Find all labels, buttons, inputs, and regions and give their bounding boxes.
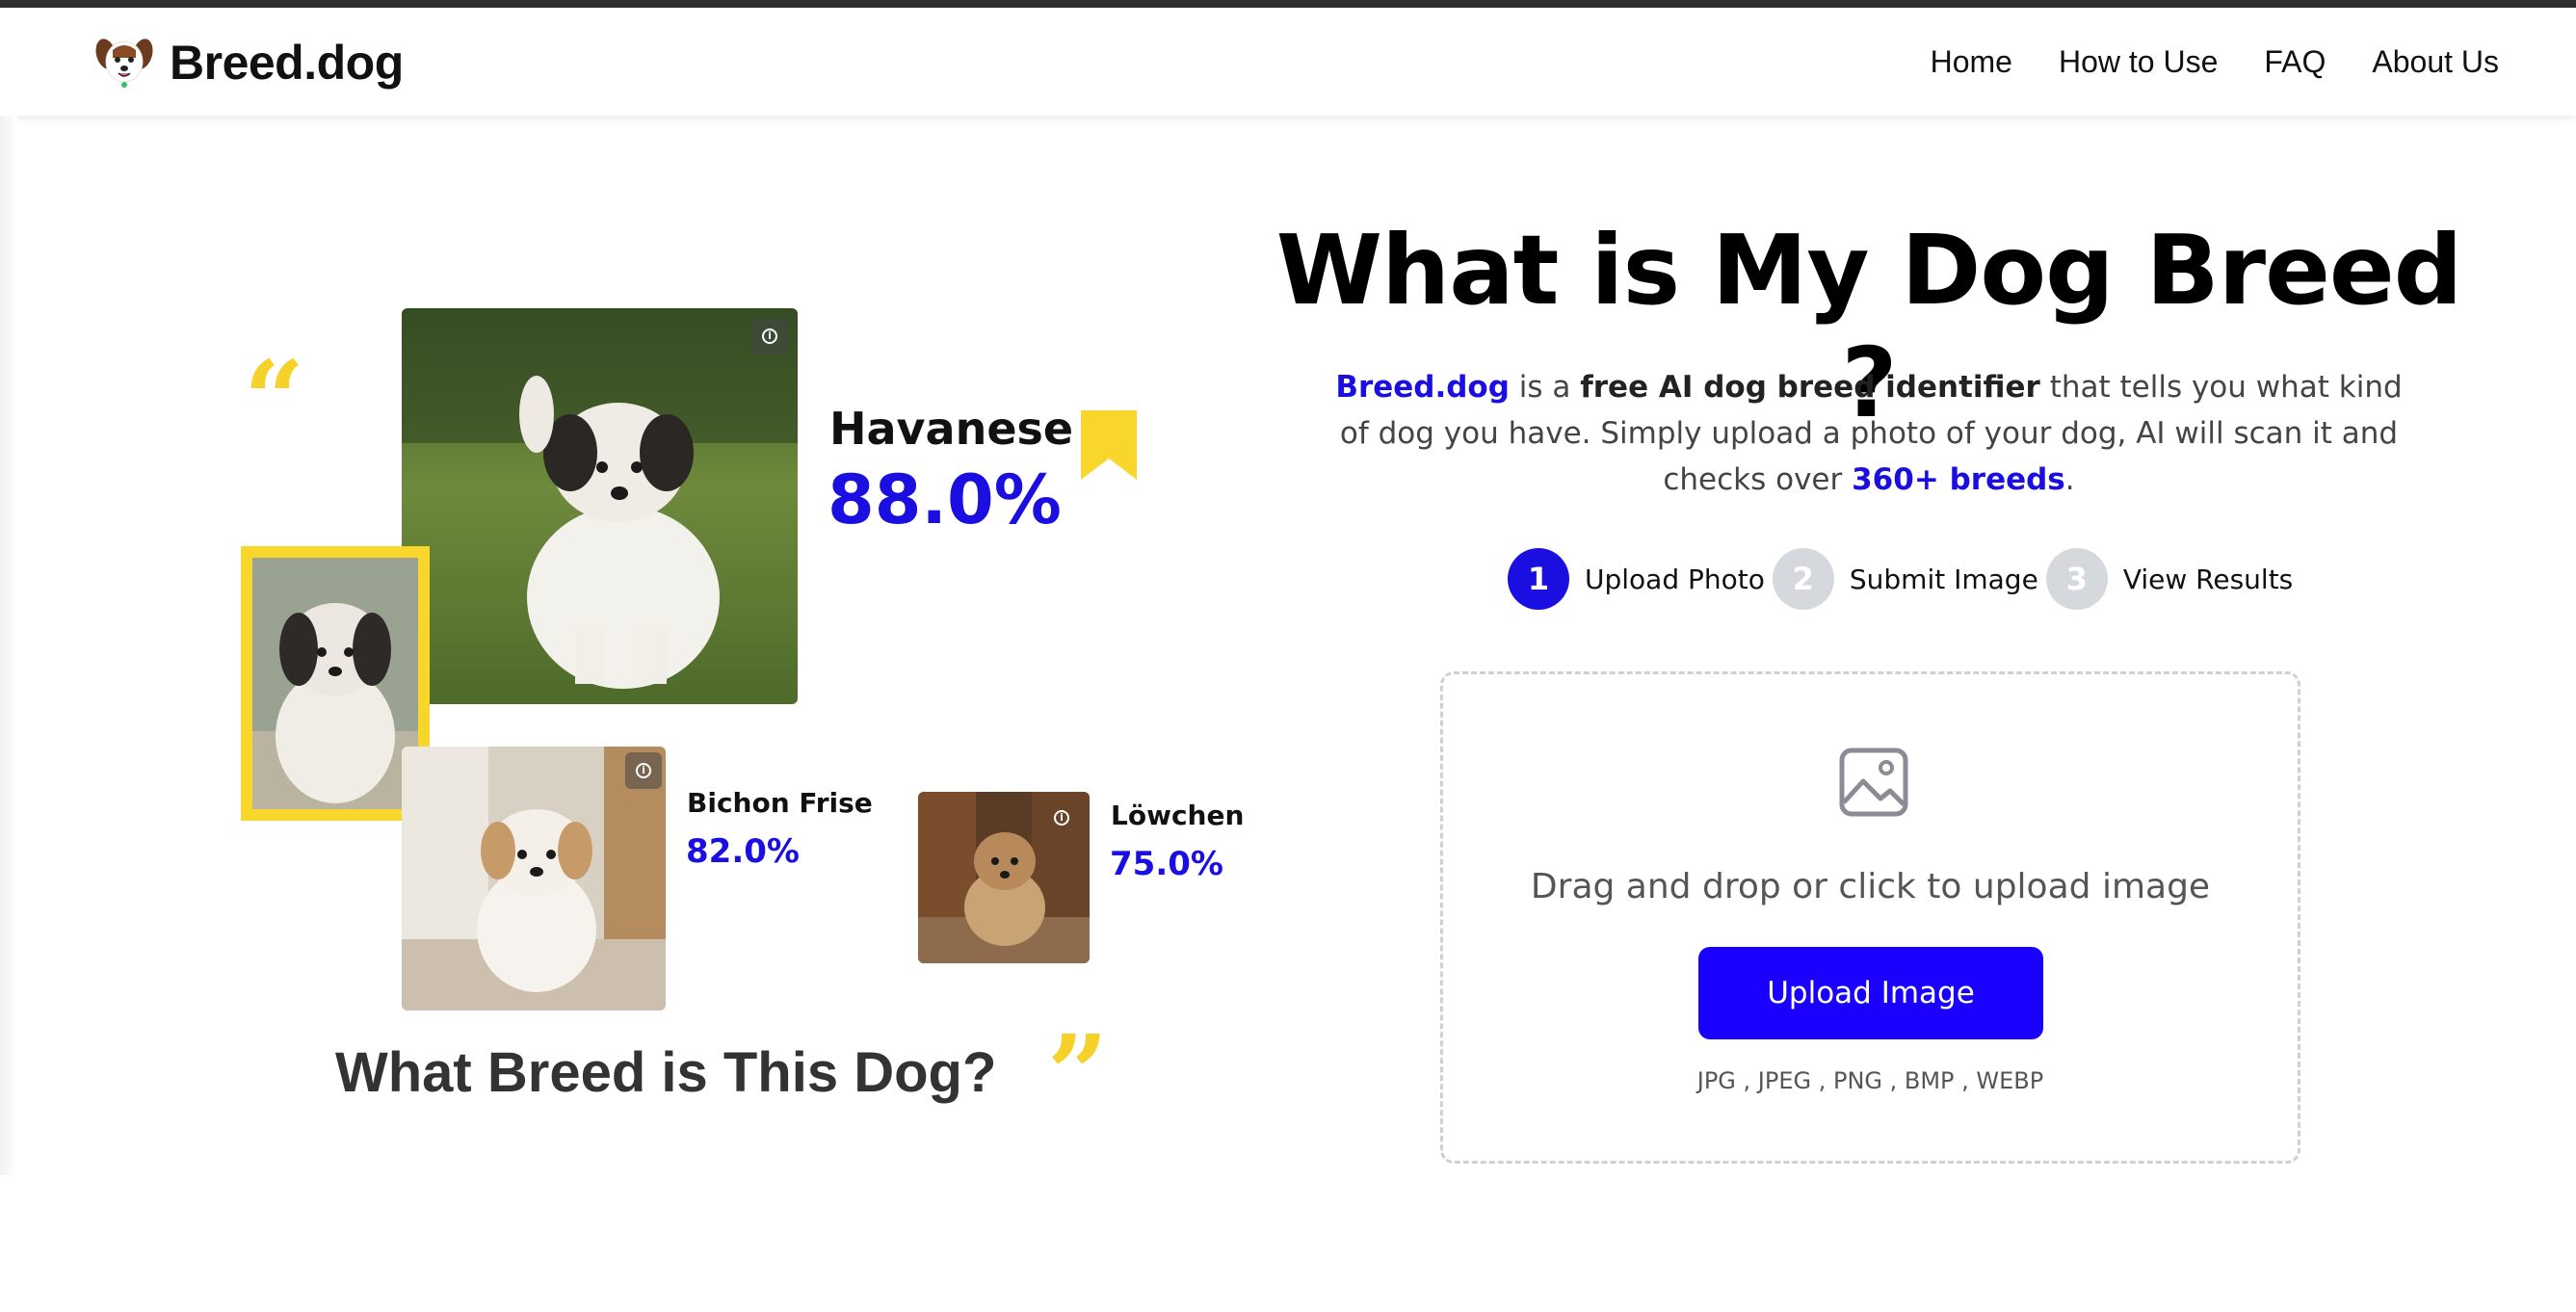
desc-breed-count: 360+ breeds bbox=[1852, 462, 2065, 497]
havanese-info-button[interactable]: i bbox=[751, 318, 788, 354]
main-nav: Home How to Use FAQ About Us bbox=[1931, 44, 2499, 80]
lowchen-photo: i bbox=[918, 792, 1090, 963]
navbar: Breed.dog Home How to Use FAQ About Us bbox=[0, 8, 2576, 116]
step-view-results: 3 View Results bbox=[2045, 548, 2300, 610]
upload-dropzone[interactable]: Drag and drop or click to upload image U… bbox=[1440, 671, 2300, 1164]
nav-about-us[interactable]: About Us bbox=[2372, 44, 2499, 80]
bookmark-icon bbox=[1081, 410, 1137, 480]
desc-text-1: is a bbox=[1509, 370, 1581, 405]
result-2-breed: Bichon Frise bbox=[687, 787, 873, 819]
step-1-label: Upload Photo bbox=[1585, 563, 1765, 595]
desc-strong: free AI dog breed identifier bbox=[1580, 370, 2040, 405]
top-strip bbox=[0, 0, 2576, 8]
collage-caption: What Breed is This Dog? bbox=[335, 1041, 997, 1104]
sitting-havanese-image bbox=[252, 558, 418, 809]
info-icon: i bbox=[762, 328, 777, 344]
step-3-number: 3 bbox=[2045, 548, 2108, 610]
desc-text-3: . bbox=[2064, 462, 2075, 497]
step-2-number: 2 bbox=[1772, 548, 1834, 610]
brand-inline-link[interactable]: Breed.dog bbox=[1335, 370, 1510, 405]
step-2-label: Submit Image bbox=[1849, 563, 2038, 595]
upload-image-button[interactable]: Upload Image bbox=[1698, 947, 2043, 1039]
brand-link[interactable]: Breed.dog bbox=[92, 29, 404, 96]
dropzone-prompt: Drag and drop or click to upload image bbox=[1530, 867, 2211, 906]
supported-formats: JPG , JPEG , PNG , BMP , WEBP bbox=[1696, 1067, 2044, 1094]
left-background-wash bbox=[0, 116, 17, 1175]
havanese-photo: i bbox=[402, 308, 798, 704]
open-quote-mark: “ bbox=[244, 337, 305, 461]
step-1-number: 1 bbox=[1508, 548, 1569, 610]
step-3-label: View Results bbox=[2122, 563, 2294, 595]
progress-steps: 1 Upload Photo 2 Submit Image 3 View Res… bbox=[1508, 547, 2300, 611]
info-icon: i bbox=[1054, 810, 1069, 826]
dog-logo-icon bbox=[93, 32, 155, 93]
image-placeholder-icon bbox=[1839, 748, 1908, 817]
nav-faq[interactable]: FAQ bbox=[2264, 44, 2326, 80]
lowchen-info-button[interactable]: i bbox=[1049, 805, 1074, 830]
hero-description: Breed.dog is a free AI dog breed identif… bbox=[1320, 364, 2418, 503]
close-quote-mark: ” bbox=[1047, 1011, 1109, 1136]
nav-how-to-use[interactable]: How to Use bbox=[2059, 44, 2218, 80]
brand-name: Breed.dog bbox=[170, 36, 404, 90]
bichon-frise-photo: i bbox=[402, 747, 666, 1010]
nav-home[interactable]: Home bbox=[1931, 44, 2012, 80]
result-3-breed: Löwchen bbox=[1111, 800, 1245, 831]
result-3-confidence: 75.0% bbox=[1110, 845, 1223, 883]
step-upload-photo: 1 Upload Photo bbox=[1508, 548, 1773, 610]
result-1-confidence: 88.0% bbox=[828, 460, 1062, 539]
step-submit-image: 2 Submit Image bbox=[1772, 548, 2046, 610]
info-icon: i bbox=[636, 763, 651, 778]
result-2-confidence: 82.0% bbox=[686, 832, 800, 871]
result-1-breed: Havanese bbox=[829, 403, 1074, 455]
bichon-info-button[interactable]: i bbox=[625, 752, 662, 789]
havanese-dog-image bbox=[402, 308, 798, 704]
